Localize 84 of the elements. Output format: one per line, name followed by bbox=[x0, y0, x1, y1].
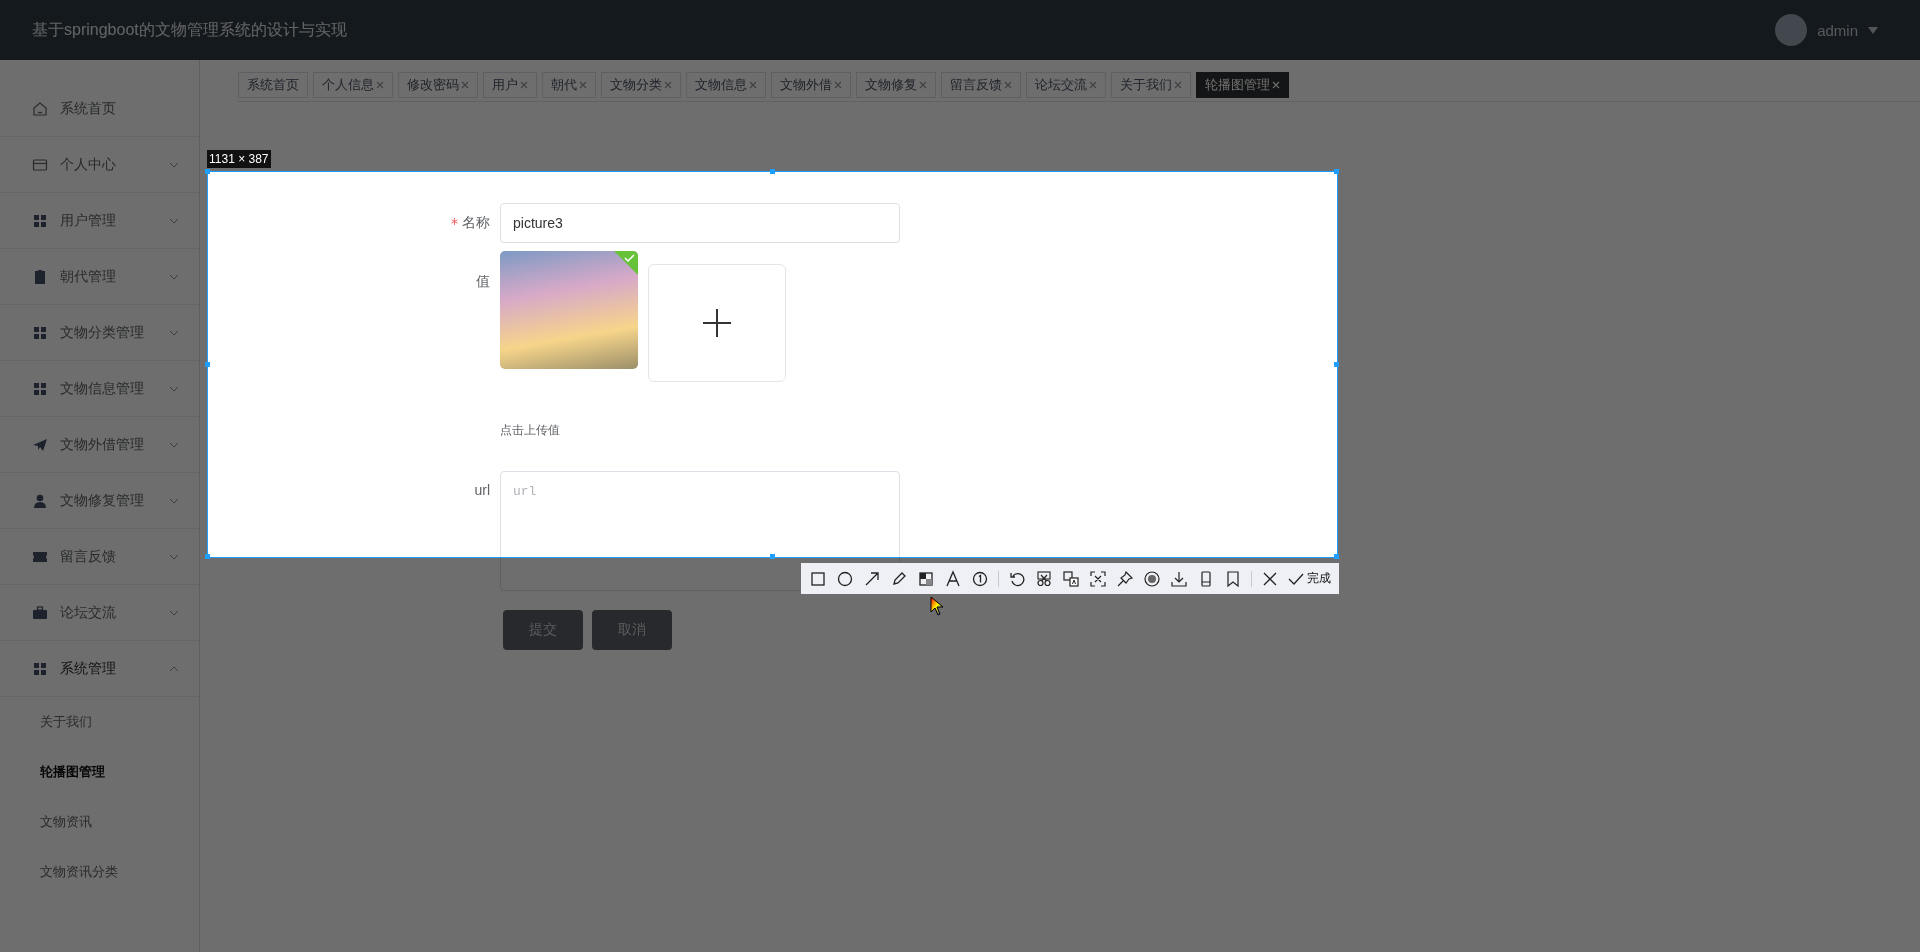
sidebar-item[interactable]: 文物修复管理 bbox=[0, 473, 199, 529]
grid-icon bbox=[32, 380, 48, 397]
scissors-icon[interactable] bbox=[1035, 569, 1053, 588]
grid-icon bbox=[32, 660, 48, 677]
check-icon bbox=[614, 251, 638, 275]
plus-icon bbox=[703, 309, 731, 337]
tab[interactable]: 文物修复 bbox=[856, 72, 936, 98]
field-label: url bbox=[474, 482, 490, 498]
cursor-icon bbox=[930, 596, 946, 616]
resize-handle[interactable] bbox=[1334, 169, 1339, 174]
pin-icon[interactable] bbox=[1116, 569, 1134, 588]
avatar[interactable] bbox=[1775, 14, 1808, 46]
paper-plane-icon bbox=[32, 436, 48, 453]
translate-icon[interactable] bbox=[1062, 569, 1080, 588]
sidebar-item[interactable]: 个人中心 bbox=[0, 137, 199, 193]
circle-icon[interactable] bbox=[836, 569, 854, 588]
person-icon bbox=[32, 492, 48, 509]
resize-handle[interactable] bbox=[1334, 361, 1339, 367]
grid-icon bbox=[32, 324, 48, 341]
upload-hint: 点击上传值 bbox=[500, 422, 561, 439]
scan-icon[interactable] bbox=[1089, 569, 1107, 588]
username[interactable]: admin bbox=[1817, 21, 1858, 39]
submenu-item[interactable]: 关于我们 bbox=[0, 697, 199, 747]
chevron-down-icon bbox=[169, 161, 179, 168]
arrow-icon[interactable] bbox=[863, 569, 881, 588]
chevron-down-icon bbox=[169, 609, 179, 616]
chevron-down-icon bbox=[169, 273, 179, 280]
mosaic-icon[interactable] bbox=[917, 569, 935, 588]
tab[interactable]: 系统首页 bbox=[238, 72, 308, 98]
sidebar-item[interactable]: 文物外借管理 bbox=[0, 417, 199, 473]
resize-handle[interactable] bbox=[205, 169, 210, 174]
site-title: 基于springboot的文物管理系统的设计与实现 bbox=[32, 19, 347, 40]
rectangle-icon[interactable] bbox=[809, 569, 827, 588]
chevron-down-icon bbox=[169, 217, 179, 224]
check-icon bbox=[1288, 571, 1304, 586]
resize-handle[interactable] bbox=[1334, 554, 1339, 559]
tab[interactable]: 朝代 bbox=[542, 72, 596, 98]
submenu-item[interactable]: 轮播图管理 bbox=[0, 747, 199, 797]
done-button[interactable]: 完成 bbox=[1288, 570, 1331, 587]
tab[interactable]: 个人信息 bbox=[313, 72, 393, 98]
resize-handle[interactable] bbox=[205, 554, 210, 559]
card-icon bbox=[32, 156, 48, 173]
resize-handle[interactable] bbox=[769, 169, 775, 174]
record-icon[interactable] bbox=[1143, 569, 1161, 588]
house-icon bbox=[32, 100, 48, 117]
chevron-down-icon bbox=[169, 497, 179, 504]
tab[interactable]: 文物信息 bbox=[686, 72, 766, 98]
caret-icon[interactable] bbox=[1868, 26, 1878, 34]
sidebar-item[interactable]: 文物分类管理 bbox=[0, 305, 199, 361]
sidebar-item[interactable]: 朝代管理 bbox=[0, 249, 199, 305]
resize-handle[interactable] bbox=[769, 554, 775, 559]
tab[interactable]: 轮播图管理 bbox=[1196, 72, 1289, 98]
sidebar-item[interactable]: 留言反馈 bbox=[0, 529, 199, 585]
tab[interactable]: 关于我们 bbox=[1111, 72, 1191, 98]
field-label: 值 bbox=[476, 273, 490, 291]
chevron-up-icon bbox=[169, 665, 179, 672]
tab[interactable]: 论坛交流 bbox=[1026, 72, 1106, 98]
sidebar-item[interactable]: 用户管理 bbox=[0, 193, 199, 249]
tab[interactable]: 文物外借 bbox=[771, 72, 851, 98]
submenu-item[interactable]: 文物资讯 bbox=[0, 797, 199, 847]
tab[interactable]: 留言反馈 bbox=[941, 72, 1021, 98]
tab[interactable]: 用户 bbox=[483, 72, 537, 98]
text-tool-icon[interactable] bbox=[944, 569, 962, 588]
download-icon[interactable] bbox=[1170, 569, 1188, 588]
resize-handle[interactable] bbox=[205, 361, 210, 367]
name-input[interactable]: picture3 bbox=[500, 203, 900, 243]
clipboard-icon bbox=[32, 268, 48, 285]
chevron-down-icon bbox=[169, 553, 179, 560]
briefcase-icon bbox=[32, 604, 48, 621]
chevron-down-icon bbox=[169, 385, 179, 392]
size-label: 1131 × 387 bbox=[207, 150, 271, 168]
submenu-item[interactable]: 文物资讯分类 bbox=[0, 847, 199, 897]
sidebar-item[interactable]: 系统首页 bbox=[0, 81, 199, 137]
sidebar-item[interactable]: 论坛交流 bbox=[0, 585, 199, 641]
grid-icon bbox=[32, 212, 48, 229]
sidebar-item[interactable]: 文物信息管理 bbox=[0, 361, 199, 417]
field-label: 名称 bbox=[462, 214, 490, 232]
tab[interactable]: 修改密码 bbox=[398, 72, 478, 98]
numbered-circle-icon[interactable] bbox=[971, 569, 989, 588]
bookmark-icon[interactable] bbox=[1224, 569, 1242, 588]
sidebar-item[interactable]: 系统管理 bbox=[0, 641, 199, 697]
chevron-down-icon bbox=[169, 441, 179, 448]
chevron-down-icon bbox=[169, 329, 179, 336]
tab[interactable]: 文物分类 bbox=[601, 72, 681, 98]
